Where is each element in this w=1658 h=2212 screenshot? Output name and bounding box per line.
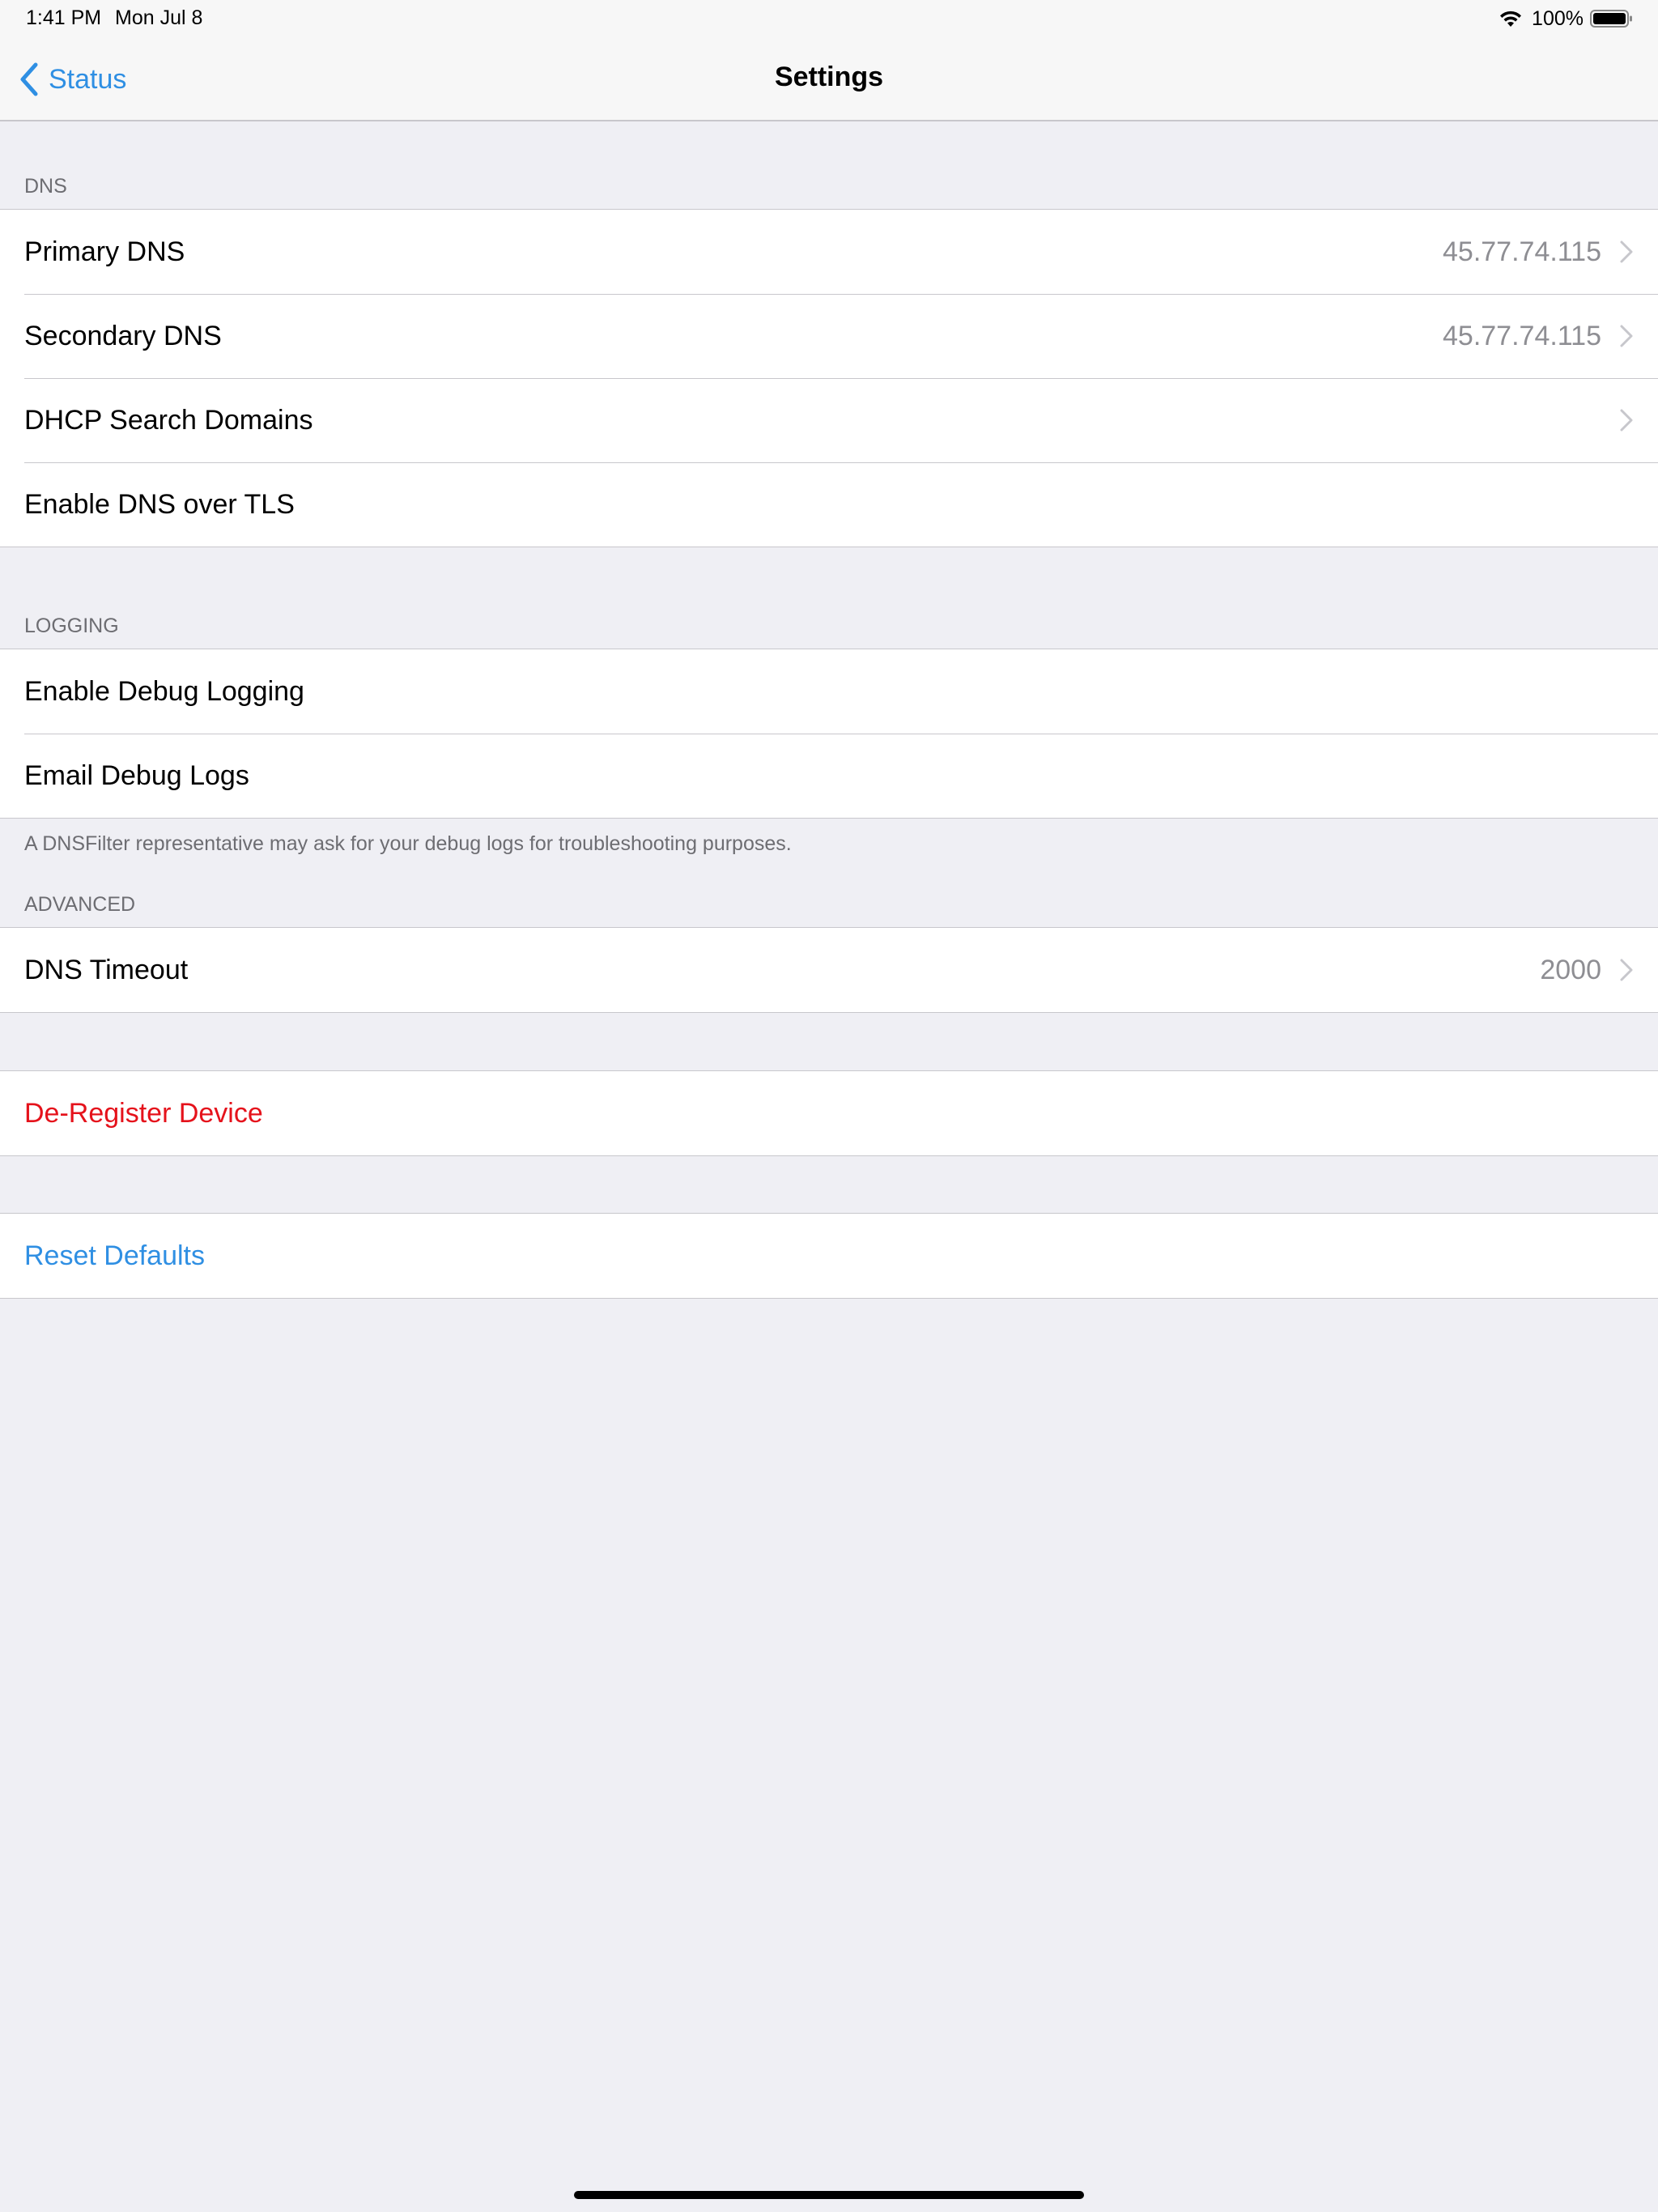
- chevron-right-icon: [1620, 409, 1633, 432]
- home-indicator[interactable]: [574, 2191, 1084, 2199]
- dns-timeout-row[interactable]: DNS Timeout 2000: [0, 928, 1658, 1012]
- secondary-dns-row[interactable]: Secondary DNS 45.77.74.115: [0, 294, 1658, 378]
- row-value: 45.77.74.115: [1443, 320, 1601, 351]
- status-time: 1:41 PM: [26, 6, 102, 29]
- dhcp-search-domains-row[interactable]: DHCP Search Domains: [0, 378, 1658, 462]
- section-header-dns: DNS: [24, 175, 67, 198]
- row-label: Enable Debug Logging: [24, 675, 304, 707]
- chevron-right-icon: [1620, 325, 1633, 347]
- advanced-group: DNS Timeout 2000: [0, 927, 1658, 1013]
- status-indicators: 100%: [1498, 6, 1634, 32]
- chevron-right-icon: [1620, 959, 1633, 981]
- deregister-device-label: De-Register Device: [24, 1097, 263, 1129]
- row-value: 2000: [1540, 954, 1601, 985]
- dns-group: Primary DNS 45.77.74.115 Secondary DNS 4…: [0, 209, 1658, 547]
- back-button-label: Status: [49, 63, 127, 95]
- enable-dns-over-tls-row[interactable]: Enable DNS over TLS: [0, 462, 1658, 547]
- battery-percent: 100%: [1532, 6, 1584, 30]
- reset-defaults-label: Reset Defaults: [24, 1240, 205, 1271]
- row-label: DHCP Search Domains: [24, 404, 313, 436]
- chevron-right-icon: [1620, 240, 1633, 263]
- wifi-icon: [1500, 11, 1522, 27]
- row-value: 45.77.74.115: [1443, 236, 1601, 267]
- enable-debug-logging-row[interactable]: Enable Debug Logging: [0, 649, 1658, 734]
- email-debug-logs-row[interactable]: Email Debug Logs: [0, 734, 1658, 818]
- status-date: Mon Jul 8: [115, 6, 203, 29]
- logging-group: Enable Debug Logging Email Debug Logs: [0, 649, 1658, 819]
- battery-icon: [1590, 10, 1632, 28]
- deregister-device-button[interactable]: De-Register Device: [0, 1071, 1658, 1155]
- reset-group: Reset Defaults: [0, 1213, 1658, 1299]
- page-title: Settings: [774, 62, 884, 92]
- row-label: Enable DNS over TLS: [24, 488, 295, 520]
- row-label: Email Debug Logs: [24, 759, 249, 791]
- section-header-advanced: ADVANCED: [24, 893, 136, 916]
- deregister-group: De-Register Device: [0, 1070, 1658, 1156]
- primary-dns-row[interactable]: Primary DNS 45.77.74.115: [0, 210, 1658, 294]
- status-bar: 1:41 PM Mon Jul 8 100%: [0, 0, 1658, 37]
- logging-footer-note: A DNSFilter representative may ask for y…: [24, 832, 792, 855]
- row-label: Primary DNS: [24, 236, 185, 267]
- chevron-left-icon: [20, 62, 38, 96]
- row-label: DNS Timeout: [24, 954, 189, 985]
- navigation-bar: Settings Status: [0, 37, 1658, 121]
- section-header-logging: LOGGING: [24, 615, 119, 637]
- row-label: Secondary DNS: [24, 320, 222, 351]
- back-button[interactable]: Status: [18, 60, 126, 99]
- reset-defaults-button[interactable]: Reset Defaults: [0, 1214, 1658, 1298]
